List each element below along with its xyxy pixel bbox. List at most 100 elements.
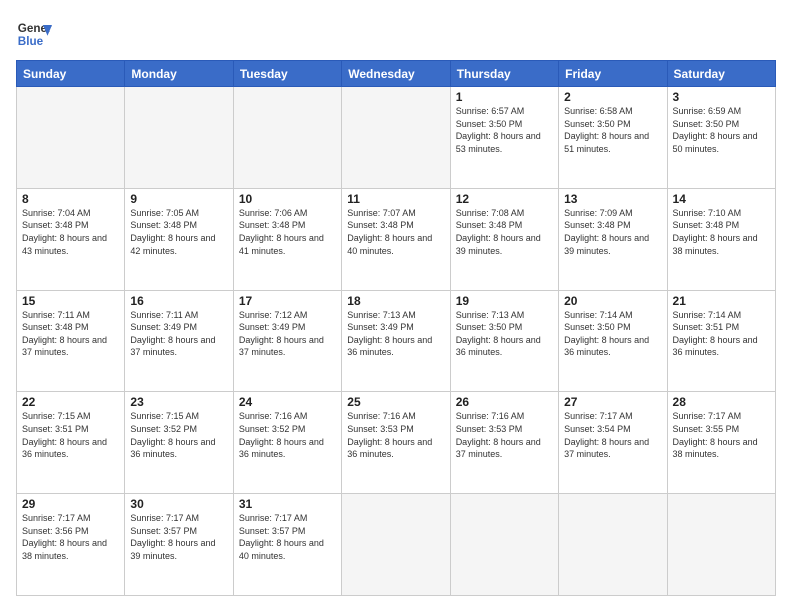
calendar-cell: 29Sunrise: 7:17 AMSunset: 3:56 PMDayligh… [17, 494, 125, 596]
day-info: Sunrise: 7:12 AMSunset: 3:49 PMDaylight:… [239, 309, 336, 359]
day-number: 14 [673, 192, 770, 206]
calendar-cell: 14Sunrise: 7:10 AMSunset: 3:48 PMDayligh… [667, 188, 775, 290]
svg-text:Blue: Blue [18, 35, 44, 48]
calendar-cell [559, 494, 667, 596]
day-number: 1 [456, 90, 553, 104]
logo: General Blue [16, 16, 52, 52]
header: General Blue [16, 16, 776, 52]
day-number: 11 [347, 192, 444, 206]
calendar-cell [342, 494, 450, 596]
day-info: Sunrise: 7:14 AMSunset: 3:51 PMDaylight:… [673, 309, 770, 359]
day-number: 20 [564, 294, 661, 308]
calendar-cell: 26Sunrise: 7:16 AMSunset: 3:53 PMDayligh… [450, 392, 558, 494]
day-info: Sunrise: 7:16 AMSunset: 3:52 PMDaylight:… [239, 410, 336, 460]
calendar-cell: 23Sunrise: 7:15 AMSunset: 3:52 PMDayligh… [125, 392, 233, 494]
calendar-cell: 10Sunrise: 7:06 AMSunset: 3:48 PMDayligh… [233, 188, 341, 290]
day-info: Sunrise: 7:08 AMSunset: 3:48 PMDaylight:… [456, 207, 553, 257]
weekday-header-tuesday: Tuesday [233, 61, 341, 87]
day-number: 22 [22, 395, 119, 409]
calendar-cell: 31Sunrise: 7:17 AMSunset: 3:57 PMDayligh… [233, 494, 341, 596]
calendar-cell: 12Sunrise: 7:08 AMSunset: 3:48 PMDayligh… [450, 188, 558, 290]
day-info: Sunrise: 6:59 AMSunset: 3:50 PMDaylight:… [673, 105, 770, 155]
day-info: Sunrise: 7:16 AMSunset: 3:53 PMDaylight:… [347, 410, 444, 460]
calendar-cell: 28Sunrise: 7:17 AMSunset: 3:55 PMDayligh… [667, 392, 775, 494]
day-number: 15 [22, 294, 119, 308]
day-number: 12 [456, 192, 553, 206]
day-number: 17 [239, 294, 336, 308]
calendar-cell: 19Sunrise: 7:13 AMSunset: 3:50 PMDayligh… [450, 290, 558, 392]
day-info: Sunrise: 7:05 AMSunset: 3:48 PMDaylight:… [130, 207, 227, 257]
day-number: 8 [22, 192, 119, 206]
calendar-cell [450, 494, 558, 596]
calendar-cell: 21Sunrise: 7:14 AMSunset: 3:51 PMDayligh… [667, 290, 775, 392]
calendar-cell: 1Sunrise: 6:57 AMSunset: 3:50 PMDaylight… [450, 87, 558, 189]
calendar-cell [17, 87, 125, 189]
calendar-cell: 25Sunrise: 7:16 AMSunset: 3:53 PMDayligh… [342, 392, 450, 494]
calendar-week-1: 1Sunrise: 6:57 AMSunset: 3:50 PMDaylight… [17, 87, 776, 189]
day-number: 3 [673, 90, 770, 104]
day-info: Sunrise: 7:09 AMSunset: 3:48 PMDaylight:… [564, 207, 661, 257]
calendar-week-3: 15Sunrise: 7:11 AMSunset: 3:48 PMDayligh… [17, 290, 776, 392]
calendar-cell: 2Sunrise: 6:58 AMSunset: 3:50 PMDaylight… [559, 87, 667, 189]
calendar-cell: 15Sunrise: 7:11 AMSunset: 3:48 PMDayligh… [17, 290, 125, 392]
day-info: Sunrise: 7:04 AMSunset: 3:48 PMDaylight:… [22, 207, 119, 257]
day-number: 31 [239, 497, 336, 511]
day-info: Sunrise: 7:13 AMSunset: 3:49 PMDaylight:… [347, 309, 444, 359]
calendar-cell: 24Sunrise: 7:16 AMSunset: 3:52 PMDayligh… [233, 392, 341, 494]
day-number: 19 [456, 294, 553, 308]
day-info: Sunrise: 7:17 AMSunset: 3:57 PMDaylight:… [239, 512, 336, 562]
day-number: 9 [130, 192, 227, 206]
day-info: Sunrise: 7:14 AMSunset: 3:50 PMDaylight:… [564, 309, 661, 359]
day-info: Sunrise: 6:57 AMSunset: 3:50 PMDaylight:… [456, 105, 553, 155]
calendar-cell: 20Sunrise: 7:14 AMSunset: 3:50 PMDayligh… [559, 290, 667, 392]
day-number: 2 [564, 90, 661, 104]
weekday-header-thursday: Thursday [450, 61, 558, 87]
day-info: Sunrise: 7:10 AMSunset: 3:48 PMDaylight:… [673, 207, 770, 257]
day-number: 13 [564, 192, 661, 206]
day-info: Sunrise: 6:58 AMSunset: 3:50 PMDaylight:… [564, 105, 661, 155]
calendar-cell [667, 494, 775, 596]
calendar-cell: 11Sunrise: 7:07 AMSunset: 3:48 PMDayligh… [342, 188, 450, 290]
calendar-cell [342, 87, 450, 189]
day-info: Sunrise: 7:17 AMSunset: 3:54 PMDaylight:… [564, 410, 661, 460]
calendar-cell: 13Sunrise: 7:09 AMSunset: 3:48 PMDayligh… [559, 188, 667, 290]
day-number: 30 [130, 497, 227, 511]
day-number: 21 [673, 294, 770, 308]
day-number: 25 [347, 395, 444, 409]
weekday-header-row: SundayMondayTuesdayWednesdayThursdayFrid… [17, 61, 776, 87]
day-number: 28 [673, 395, 770, 409]
calendar-cell: 18Sunrise: 7:13 AMSunset: 3:49 PMDayligh… [342, 290, 450, 392]
day-number: 18 [347, 294, 444, 308]
calendar-page: General Blue SundayMondayTuesdayWednesda… [0, 0, 792, 612]
calendar-cell: 17Sunrise: 7:12 AMSunset: 3:49 PMDayligh… [233, 290, 341, 392]
weekday-header-sunday: Sunday [17, 61, 125, 87]
day-info: Sunrise: 7:11 AMSunset: 3:49 PMDaylight:… [130, 309, 227, 359]
weekday-header-friday: Friday [559, 61, 667, 87]
logo-icon: General Blue [16, 16, 52, 52]
calendar-cell: 9Sunrise: 7:05 AMSunset: 3:48 PMDaylight… [125, 188, 233, 290]
weekday-header-wednesday: Wednesday [342, 61, 450, 87]
calendar-cell: 16Sunrise: 7:11 AMSunset: 3:49 PMDayligh… [125, 290, 233, 392]
day-info: Sunrise: 7:17 AMSunset: 3:57 PMDaylight:… [130, 512, 227, 562]
day-info: Sunrise: 7:13 AMSunset: 3:50 PMDaylight:… [456, 309, 553, 359]
calendar-cell: 22Sunrise: 7:15 AMSunset: 3:51 PMDayligh… [17, 392, 125, 494]
day-number: 24 [239, 395, 336, 409]
weekday-header-saturday: Saturday [667, 61, 775, 87]
day-number: 23 [130, 395, 227, 409]
calendar-table: SundayMondayTuesdayWednesdayThursdayFrid… [16, 60, 776, 596]
day-number: 16 [130, 294, 227, 308]
calendar-cell: 30Sunrise: 7:17 AMSunset: 3:57 PMDayligh… [125, 494, 233, 596]
calendar-cell: 27Sunrise: 7:17 AMSunset: 3:54 PMDayligh… [559, 392, 667, 494]
day-info: Sunrise: 7:07 AMSunset: 3:48 PMDaylight:… [347, 207, 444, 257]
calendar-week-2: 8Sunrise: 7:04 AMSunset: 3:48 PMDaylight… [17, 188, 776, 290]
day-info: Sunrise: 7:15 AMSunset: 3:52 PMDaylight:… [130, 410, 227, 460]
weekday-header-monday: Monday [125, 61, 233, 87]
day-number: 26 [456, 395, 553, 409]
day-number: 27 [564, 395, 661, 409]
calendar-cell [233, 87, 341, 189]
day-info: Sunrise: 7:06 AMSunset: 3:48 PMDaylight:… [239, 207, 336, 257]
calendar-cell: 8Sunrise: 7:04 AMSunset: 3:48 PMDaylight… [17, 188, 125, 290]
day-info: Sunrise: 7:16 AMSunset: 3:53 PMDaylight:… [456, 410, 553, 460]
day-info: Sunrise: 7:17 AMSunset: 3:55 PMDaylight:… [673, 410, 770, 460]
calendar-cell [125, 87, 233, 189]
